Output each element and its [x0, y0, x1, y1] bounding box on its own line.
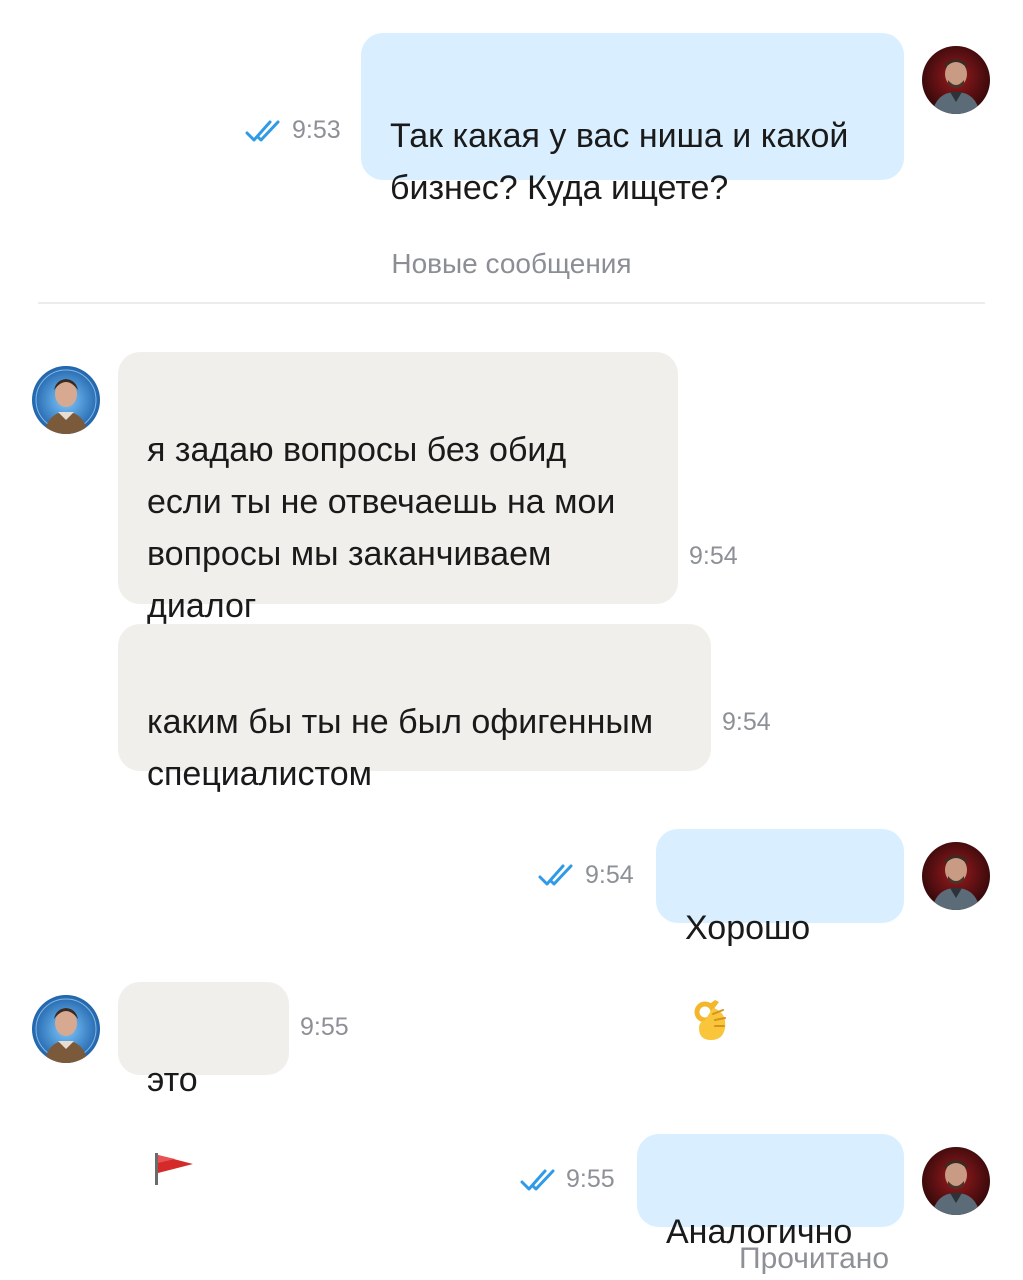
message-time: 9:54	[722, 708, 771, 736]
message-text: Хорошо	[685, 909, 811, 947]
user-avatar[interactable]	[922, 842, 990, 910]
double-check-icon	[537, 862, 577, 893]
message-time: 9:53	[292, 116, 341, 144]
double-check-icon	[244, 118, 284, 149]
message-bubble[interactable]: каким бы ты не был офигенным специалисто…	[118, 624, 711, 793]
message-time: 9:55	[566, 1165, 615, 1193]
message-bubble[interactable]: я задаю вопросы без обид если ты не отве…	[118, 352, 678, 625]
read-status: Прочитано	[739, 1242, 889, 1275]
message-time: 9:55	[300, 1013, 349, 1041]
user-avatar[interactable]	[922, 1147, 990, 1215]
new-messages-divider-label: Новые сообщения	[391, 248, 632, 279]
message-bubble[interactable]: Аналогично	[637, 1134, 904, 1251]
ok-hand-emoji	[693, 946, 729, 1057]
message-bubble[interactable]: Так какая у вас ниша и какой бизнес? Куд…	[361, 33, 904, 207]
double-check-icon	[519, 1167, 559, 1198]
user-avatar[interactable]	[922, 46, 990, 114]
message-text: Так какая у вас ниша и какой бизнес? Куд…	[390, 117, 849, 207]
message-time: 9:54	[689, 542, 738, 570]
message-text: я задаю вопросы без обид если ты не отве…	[147, 431, 616, 625]
message-bubble[interactable]: Хорошо	[656, 829, 904, 1040]
contact-avatar[interactable]	[32, 995, 100, 1063]
message-time: 9:54	[585, 861, 634, 889]
message-bubble[interactable]: это	[118, 982, 289, 1185]
new-messages-divider-line	[38, 302, 985, 304]
red-flag-emoji	[153, 1098, 197, 1202]
message-text: это	[147, 1061, 198, 1099]
message-text: каким бы ты не был офигенным специалисто…	[147, 703, 654, 793]
contact-avatar[interactable]	[32, 366, 100, 434]
